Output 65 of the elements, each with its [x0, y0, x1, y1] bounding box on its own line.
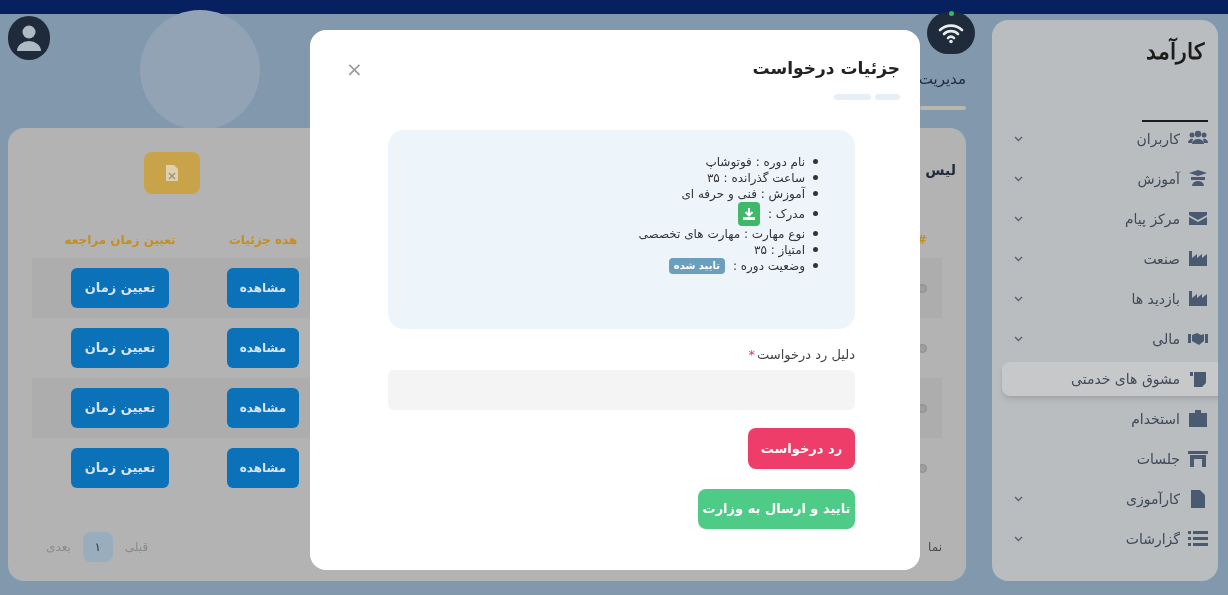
sidebar-item[interactable]: استخدام	[992, 402, 1218, 436]
footer-text: نما	[928, 539, 942, 556]
avatar-icon[interactable]	[8, 16, 50, 60]
factory-icon	[1188, 249, 1208, 268]
schedule-button[interactable]: تعیین زمان	[71, 388, 169, 428]
list-icon	[1188, 529, 1208, 548]
view-button[interactable]: مشاهده	[227, 448, 299, 488]
sidebar-item[interactable]: کارآموزی	[992, 482, 1218, 516]
file-icon	[1188, 489, 1208, 508]
title-underline	[920, 106, 966, 110]
view-button[interactable]: مشاهده	[227, 268, 299, 308]
column-header: هده جزئیات	[227, 232, 299, 249]
sidebar-item[interactable]: صنعت	[992, 242, 1218, 276]
bullet	[813, 159, 818, 164]
detail-text: ساعت گذرانده : ۳۵	[706, 169, 805, 186]
envelope-icon	[1188, 209, 1208, 228]
graduation-cap-icon	[1188, 169, 1208, 188]
sidebar-item[interactable]: آموزش	[992, 162, 1218, 196]
logo: کارآمد	[1142, 34, 1208, 122]
download-icon	[741, 206, 756, 221]
bullet	[813, 191, 818, 196]
bullet	[813, 211, 818, 216]
sidebar-item[interactable]: مرکز پیام	[992, 202, 1218, 236]
reject-button[interactable]: رد درخواست	[748, 428, 855, 469]
sidebar-item[interactable]: کاربران	[992, 122, 1218, 156]
detail-text: مدرک :	[767, 205, 805, 222]
sidebar-item[interactable]: بازدید ها	[992, 282, 1218, 316]
tab-indicator	[875, 93, 900, 100]
status-badge: تایید شده	[668, 257, 725, 274]
view-button[interactable]: مشاهده	[227, 328, 299, 368]
scroll-icon	[1188, 369, 1208, 388]
schedule-button[interactable]: تعیین زمان	[71, 448, 169, 488]
factory-icon	[1188, 289, 1208, 308]
bullet	[813, 231, 818, 236]
page-title: مدیریت	[918, 69, 966, 90]
tab-indicator	[834, 93, 871, 100]
bullet	[813, 247, 818, 252]
approve-button[interactable]: تایید و ارسال به وزارت	[698, 489, 855, 529]
schedule-button[interactable]: تعیین زمان	[71, 268, 169, 308]
sidebar-item[interactable]: گزارشات	[992, 522, 1218, 556]
detail-text: وضعیت دوره :	[732, 258, 805, 274]
view-button[interactable]: مشاهده	[227, 388, 299, 428]
sidebar-item[interactable]: مالی	[992, 322, 1218, 356]
page-button[interactable]: ۱	[82, 532, 113, 562]
bullet	[813, 175, 818, 180]
required-mark: *	[748, 345, 756, 364]
detail-text: نوع مهارت : مهارت های تخصصی	[638, 225, 805, 242]
id-badge-icon	[1188, 409, 1208, 428]
excel-export-button[interactable]	[144, 152, 200, 194]
detail-text: آموزش : فنی و حرفه ای	[681, 185, 805, 202]
modal-title: جزئیات درخواست	[752, 57, 900, 81]
detail-text: نام دوره : فوتوشاپ	[705, 153, 805, 170]
detail-text: امتیاز : ۳۵	[753, 242, 805, 258]
field-label: دلیل رد درخواست	[757, 345, 855, 364]
sidebar-item[interactable]: جلسات	[992, 442, 1218, 476]
sidebar-item[interactable]: مشوق های خدمتی	[1002, 362, 1218, 396]
bullet	[813, 263, 818, 268]
close-button[interactable]: ×	[346, 58, 363, 79]
excel-file-icon	[165, 164, 179, 182]
gate-icon	[1188, 449, 1208, 468]
download-button[interactable]	[737, 201, 760, 226]
schedule-button[interactable]: تعیین زمان	[71, 328, 169, 368]
card-title: لیس	[925, 161, 956, 180]
column-header: تعیین زمان مراجعه	[63, 232, 177, 249]
wifi-icon[interactable]	[927, 12, 975, 54]
